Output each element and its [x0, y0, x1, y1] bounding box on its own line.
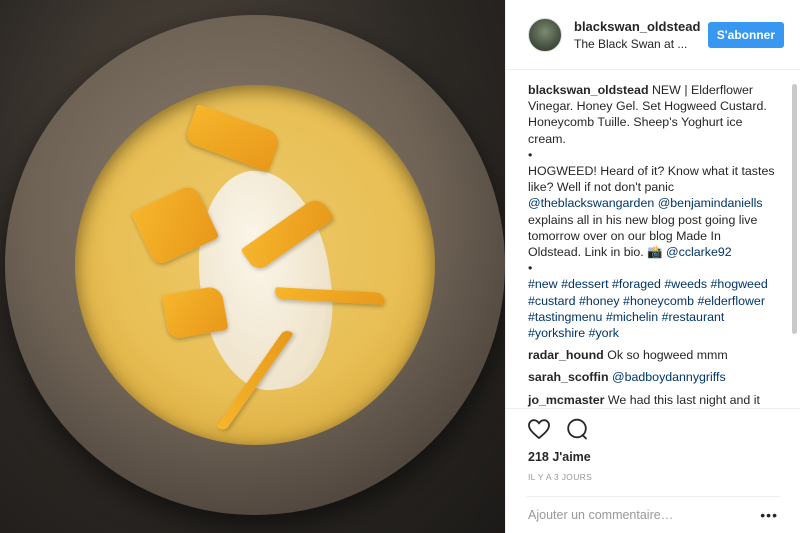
like-count[interactable]: 218 J'aime	[506, 448, 800, 468]
header-text: blackswan_oldstead The Black Swan at ...	[574, 19, 708, 51]
header-location[interactable]: The Black Swan at ...	[574, 37, 708, 51]
caption-text-2: HOGWEED! Heard of it? Know what it taste…	[528, 164, 775, 195]
hashtags[interactable]: #new #dessert #foraged #weeds #hogweed #…	[528, 276, 776, 341]
scrollbar[interactable]	[792, 84, 797, 334]
comment-username[interactable]: jo_mcmaster	[528, 393, 604, 407]
comment-text: Ok so hogweed mmm	[607, 348, 728, 363]
comment-item: sarah_scoffin @badboydannygriffs	[528, 369, 776, 385]
post-photo[interactable]	[0, 0, 505, 533]
avatar[interactable]	[528, 17, 562, 52]
mention-link[interactable]: @benjamindaniells	[658, 196, 763, 210]
heart-icon[interactable]	[526, 416, 552, 442]
comments-area: blackswan_oldstead NEW | Elderflower Vin…	[506, 70, 800, 408]
caption: blackswan_oldstead NEW | Elderflower Vin…	[528, 82, 776, 341]
mention-link[interactable]: @badboydannygriffs	[612, 370, 726, 384]
comment-item: radar_hound Ok so hogweed mmm	[528, 347, 776, 363]
comment-input[interactable]	[528, 508, 761, 522]
add-comment-bar: •••	[526, 496, 780, 533]
post-timestamp: IL Y A 3 JOURS	[528, 472, 593, 482]
comment-username[interactable]: sarah_scoffin	[528, 370, 609, 384]
comment-username[interactable]: radar_hound	[528, 348, 604, 362]
comment-item: jo_mcmaster We had this last night and i…	[528, 392, 776, 408]
action-bar	[506, 408, 800, 448]
post-header: blackswan_oldstead The Black Swan at ...…	[506, 0, 800, 70]
mention-link[interactable]: @theblackswangarden	[528, 196, 654, 210]
comment-icon[interactable]	[564, 416, 590, 442]
header-username[interactable]: blackswan_oldstead	[574, 19, 708, 34]
more-options-icon[interactable]: •••	[760, 507, 778, 523]
mention-link[interactable]: @cclarke92	[666, 245, 732, 259]
caption-bullet: •	[528, 261, 533, 276]
caption-bullet: •	[528, 147, 533, 162]
post-sidebar: blackswan_oldstead The Black Swan at ...…	[505, 0, 800, 533]
post-container: blackswan_oldstead The Black Swan at ...…	[0, 0, 800, 533]
follow-button[interactable]: S'abonner	[707, 21, 784, 48]
caption-username[interactable]: blackswan_oldstead	[528, 83, 649, 97]
